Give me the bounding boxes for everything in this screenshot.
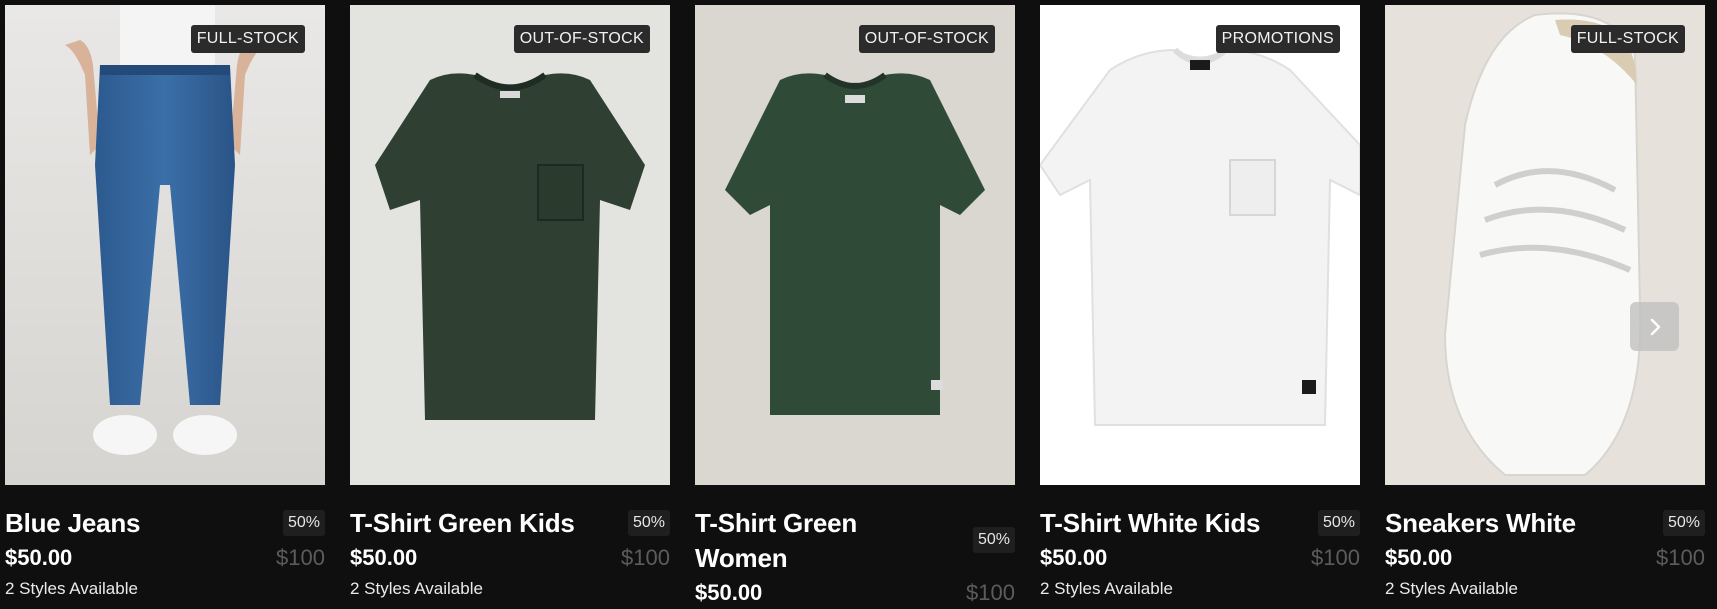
product-info: Sneakers White 50% $50.00 $100 2 Styles … (1385, 506, 1705, 600)
product-info: T-Shirt Green Women 50% $50.00 $100 (695, 506, 1015, 609)
original-price: $100 (1311, 545, 1360, 570)
product-info: Blue Jeans 50% $50.00 $100 2 Styles Avai… (5, 506, 325, 600)
product-info: T-Shirt White Kids 50% $50.00 $100 2 Sty… (1040, 506, 1360, 600)
original-price: $100 (966, 580, 1015, 605)
product-image[interactable]: OUT-OF-STOCK (695, 5, 1015, 485)
product-name[interactable]: Sneakers White (1385, 506, 1576, 541)
white-sneaker-image (1385, 5, 1705, 485)
carousel-next-button[interactable] (1630, 302, 1679, 351)
product-card[interactable]: OUT-OF-STOCK T-Shirt Green Women 50% $50… (695, 5, 1015, 609)
product-name[interactable]: Blue Jeans (5, 506, 140, 541)
white-tshirt-image (1040, 5, 1360, 485)
green-tshirt-image (695, 5, 1015, 485)
discount-badge: 50% (1317, 510, 1360, 536)
sale-price: $50.00 (350, 545, 418, 570)
product-name[interactable]: T-Shirt Green Women (695, 506, 945, 576)
product-card[interactable]: OUT-OF-STOCK T-Shirt Green Kids 50% $50.… (350, 5, 670, 609)
styles-available: 2 Styles Available (5, 579, 138, 598)
original-price: $100 (621, 545, 670, 570)
chevron-right-icon (1650, 318, 1660, 335)
discount-badge: 50% (282, 510, 325, 536)
styles-available: 2 Styles Available (1040, 579, 1173, 598)
green-tshirt-image (350, 5, 670, 485)
product-name[interactable]: T-Shirt White Kids (1040, 506, 1260, 541)
stock-badge: OUT-OF-STOCK (858, 25, 995, 53)
sale-price: $50.00 (5, 545, 73, 570)
stock-badge: FULL-STOCK (190, 25, 305, 53)
discount-badge: 50% (972, 527, 1015, 553)
styles-available: 2 Styles Available (350, 579, 483, 598)
product-carousel-track: FULL-STOCK Blue Jeans 50% $50.00 $100 2 … (5, 5, 1705, 609)
product-name[interactable]: T-Shirt Green Kids (350, 506, 575, 541)
sale-price: $50.00 (695, 580, 763, 605)
stock-badge: PROMOTIONS (1215, 25, 1340, 53)
sale-price: $50.00 (1385, 545, 1453, 570)
product-image[interactable]: FULL-STOCK (1385, 5, 1705, 485)
styles-available: 2 Styles Available (1385, 579, 1518, 598)
discount-badge: 50% (1662, 510, 1705, 536)
sale-price: $50.00 (1040, 545, 1108, 570)
product-card[interactable]: FULL-STOCK Blue Jeans 50% $50.00 $100 2 … (5, 5, 325, 609)
product-image[interactable]: FULL-STOCK (5, 5, 325, 485)
stock-badge: OUT-OF-STOCK (513, 25, 650, 53)
product-info: T-Shirt Green Kids 50% $50.00 $100 2 Sty… (350, 506, 670, 600)
discount-badge: 50% (627, 510, 670, 536)
original-price: $100 (276, 545, 325, 570)
product-image[interactable]: OUT-OF-STOCK (350, 5, 670, 485)
original-price: $100 (1656, 545, 1705, 570)
product-image[interactable]: PROMOTIONS (1040, 5, 1360, 485)
blue-jeans-image (5, 5, 325, 485)
stock-badge: FULL-STOCK (1570, 25, 1685, 53)
product-card[interactable]: PROMOTIONS T-Shirt White Kids 50% $50.00… (1040, 5, 1360, 609)
